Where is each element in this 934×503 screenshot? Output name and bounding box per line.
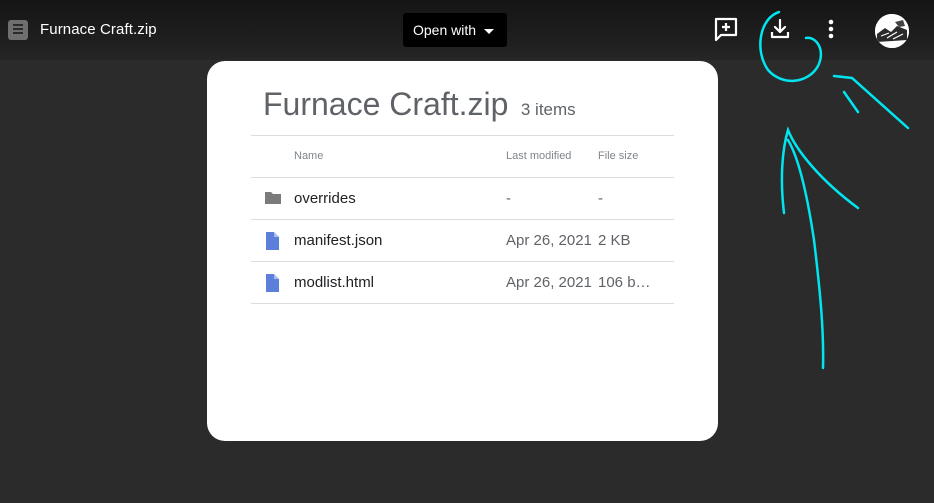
table-header: Name Last modified File size bbox=[251, 135, 674, 177]
column-header-last-modified[interactable]: Last modified bbox=[506, 136, 596, 177]
add-comment-icon[interactable] bbox=[713, 16, 739, 42]
column-header-name[interactable]: Name bbox=[294, 136, 494, 177]
table-row[interactable]: overrides - - bbox=[251, 177, 674, 219]
card-title: Furnace Craft.zip 3 items bbox=[263, 86, 576, 123]
column-header-file-size[interactable]: File size bbox=[598, 136, 658, 177]
row-size: - bbox=[598, 190, 603, 207]
row-name: manifest.json bbox=[294, 232, 383, 249]
file-title: Furnace Craft.zip bbox=[40, 21, 157, 38]
zip-file-icon bbox=[8, 20, 28, 40]
row-modified: Apr 26, 2021 bbox=[506, 274, 592, 291]
avatar[interactable] bbox=[875, 14, 909, 48]
dropdown-caret-icon bbox=[484, 28, 495, 34]
file-table: Name Last modified File size overrides -… bbox=[251, 135, 674, 304]
item-count: 3 items bbox=[520, 100, 576, 119]
top-bar: Furnace Craft.zip Open with bbox=[0, 0, 934, 60]
table-row[interactable]: manifest.json Apr 26, 2021 2 KB bbox=[251, 219, 674, 261]
row-modified: - bbox=[506, 190, 511, 207]
row-size: 2 KB bbox=[598, 232, 631, 249]
download-icon[interactable] bbox=[767, 16, 793, 42]
row-name: overrides bbox=[294, 190, 356, 207]
archive-name: Furnace Craft.zip bbox=[263, 86, 509, 122]
row-modified: Apr 26, 2021 bbox=[506, 232, 592, 249]
folder-icon bbox=[264, 178, 284, 219]
zip-preview-card: Furnace Craft.zip 3 items Name Last modi… bbox=[207, 61, 718, 441]
open-with-label: Open with bbox=[413, 22, 477, 38]
open-with-button[interactable]: Open with bbox=[403, 13, 507, 47]
more-vert-icon[interactable] bbox=[818, 16, 844, 42]
row-name: modlist.html bbox=[294, 274, 375, 291]
table-row[interactable]: modlist.html Apr 26, 2021 106 b… bbox=[251, 261, 674, 304]
row-size: 106 b… bbox=[598, 274, 651, 291]
document-icon bbox=[264, 262, 284, 303]
document-icon bbox=[264, 220, 284, 261]
